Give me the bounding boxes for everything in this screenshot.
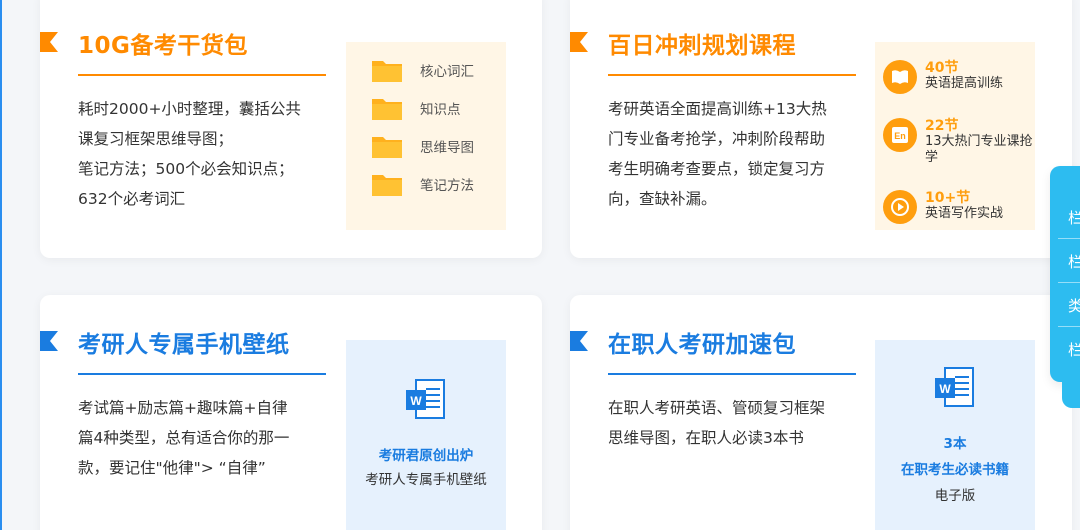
resource-list-panel: 核心词汇 知识点 思维导图 笔记方法 bbox=[346, 42, 506, 230]
list-item-label: 思维导图 bbox=[420, 140, 474, 156]
card-working-pack[interactable]: 在职人考研加速包 在职人考研英语、管硕复习框架 思维导图，在职人必读3本书 W … bbox=[570, 295, 1072, 530]
desc-line: 考研英语全面提高训练+13大热 bbox=[608, 100, 827, 118]
word-document-icon: W bbox=[935, 367, 974, 407]
course-label: 英语写作实战 bbox=[925, 206, 1004, 221]
card-sprint-course[interactable]: 百日冲刺规划课程 考研英语全面提高训练+13大热 门专业备考抢学，冲刺阶段帮助 … bbox=[570, 0, 1072, 258]
card-title: 考研人专属手机壁纸 bbox=[78, 332, 290, 358]
desc-line: 向，查缺补漏。 bbox=[608, 190, 717, 208]
card-wallpaper[interactable]: 考研人专属手机壁纸 考试篇+励志篇+趣味篇+自律 篇4种类型，总有适合你的那一 … bbox=[40, 295, 542, 530]
course-count: 10+节 bbox=[925, 190, 971, 206]
card-title: 百日冲刺规划课程 bbox=[608, 33, 796, 59]
flag-icon bbox=[40, 32, 58, 52]
wallpaper-panel[interactable]: W 考研君原创出炉 考研人专属手机壁纸 bbox=[346, 340, 506, 530]
word-document-icon: W bbox=[406, 379, 445, 419]
title-underline bbox=[78, 373, 326, 375]
folder-icon bbox=[372, 137, 402, 158]
book-icon bbox=[883, 60, 917, 94]
desc-line: 款，要记住"他律"> “自律” bbox=[78, 459, 266, 477]
course-label: 英语提高训练 bbox=[925, 76, 1004, 91]
folder-icon bbox=[372, 61, 402, 82]
list-item-label: 知识点 bbox=[420, 102, 461, 118]
list-item-notes[interactable]: 笔记方法 bbox=[372, 172, 474, 196]
panel-highlight-text: 考研君原创出炉 bbox=[378, 448, 474, 464]
title-underline bbox=[78, 74, 326, 76]
course-item-major[interactable]: En 22节 13大热门专业课抢学 bbox=[883, 118, 1033, 166]
side-nav-divider bbox=[1058, 238, 1080, 239]
svg-text:W: W bbox=[410, 394, 422, 408]
title-underline bbox=[608, 373, 856, 375]
desc-line: 篇4种类型，总有适合你的那一 bbox=[78, 429, 290, 447]
course-list-panel: 40节 英语提高训练 En 22节 13大热门专业课抢学 10+节 英语写作实战 bbox=[875, 42, 1035, 230]
panel-highlight-text: 在职考生必读书籍 bbox=[901, 462, 1009, 478]
desc-line: 门专业备考抢学，冲刺阶段帮助 bbox=[608, 130, 826, 148]
course-count: 22节 bbox=[925, 118, 959, 134]
folder-icon bbox=[372, 99, 402, 120]
card-description: 考研英语全面提高训练+13大热 门专业备考抢学，冲刺阶段帮助 考生明确考查要点，… bbox=[608, 94, 858, 214]
side-nav-item[interactable]: 栏 bbox=[1068, 252, 1080, 272]
side-nav-divider bbox=[1058, 326, 1080, 327]
card-title: 在职人考研加速包 bbox=[608, 332, 796, 358]
desc-line: 课复习框架思维导图； bbox=[78, 130, 234, 148]
card-description: 耗时2000+小时整理，囊括公共 课复习框架思维导图； 笔记方法；500个必会知… bbox=[78, 94, 328, 214]
flag-icon bbox=[570, 331, 588, 351]
card-title: 10G备考干货包 bbox=[78, 33, 248, 59]
svg-text:En: En bbox=[894, 131, 906, 141]
play-icon bbox=[883, 190, 917, 224]
side-nav-item[interactable]: 类 bbox=[1068, 296, 1080, 316]
desc-line: 耗时2000+小时整理，囊括公共 bbox=[78, 100, 301, 118]
floating-side-nav: 栏 栏 类 栏 bbox=[1050, 166, 1080, 382]
course-item-writing[interactable]: 10+节 英语写作实战 bbox=[883, 190, 1033, 224]
books-panel[interactable]: W 3本 在职考生必读书籍 电子版 bbox=[875, 340, 1035, 530]
list-item-knowledge[interactable]: 知识点 bbox=[372, 96, 461, 120]
en-icon: En bbox=[883, 118, 917, 152]
folder-icon bbox=[372, 175, 402, 196]
side-nav-item[interactable]: 栏 bbox=[1068, 340, 1080, 360]
panel-subtext: 电子版 bbox=[934, 488, 976, 504]
card-description: 在职人考研英语、管硕复习框架 思维导图，在职人必读3本书 bbox=[608, 393, 858, 453]
flag-icon bbox=[40, 331, 58, 351]
list-item-label: 核心词汇 bbox=[420, 64, 474, 80]
list-item-core-vocab[interactable]: 核心词汇 bbox=[372, 58, 474, 82]
svg-text:W: W bbox=[939, 382, 951, 396]
side-nav-divider bbox=[1058, 282, 1080, 283]
desc-line: 考生明确考查要点，锁定复习方 bbox=[608, 160, 826, 178]
card-description: 考试篇+励志篇+趣味篇+自律 篇4种类型，总有适合你的那一 款，要记住"他律">… bbox=[78, 393, 328, 483]
desc-line: 632个必考词汇 bbox=[78, 190, 186, 208]
course-label: 13大热门专业课抢学 bbox=[925, 134, 1033, 165]
floating-side-nav-tab[interactable] bbox=[1062, 380, 1080, 408]
course-count: 40节 bbox=[925, 60, 959, 76]
list-item-mindmap[interactable]: 思维导图 bbox=[372, 134, 474, 158]
desc-line: 考试篇+励志篇+趣味篇+自律 bbox=[78, 399, 288, 417]
course-item-english[interactable]: 40节 英语提高训练 bbox=[883, 60, 1033, 94]
side-nav-item[interactable]: 栏 bbox=[1068, 208, 1080, 228]
panel-highlight-count: 3本 bbox=[943, 436, 967, 452]
desc-line: 笔记方法；500个必会知识点； bbox=[78, 160, 294, 178]
title-underline bbox=[608, 74, 856, 76]
flag-icon bbox=[570, 32, 588, 52]
list-item-label: 笔记方法 bbox=[420, 178, 474, 194]
desc-line: 思维导图，在职人必读3本书 bbox=[608, 429, 804, 447]
desc-line: 在职人考研英语、管硕复习框架 bbox=[608, 399, 826, 417]
panel-subtext: 考研人专属手机壁纸 bbox=[365, 472, 487, 488]
card-10g-package[interactable]: 10G备考干货包 耗时2000+小时整理，囊括公共 课复习框架思维导图； 笔记方… bbox=[40, 0, 542, 258]
